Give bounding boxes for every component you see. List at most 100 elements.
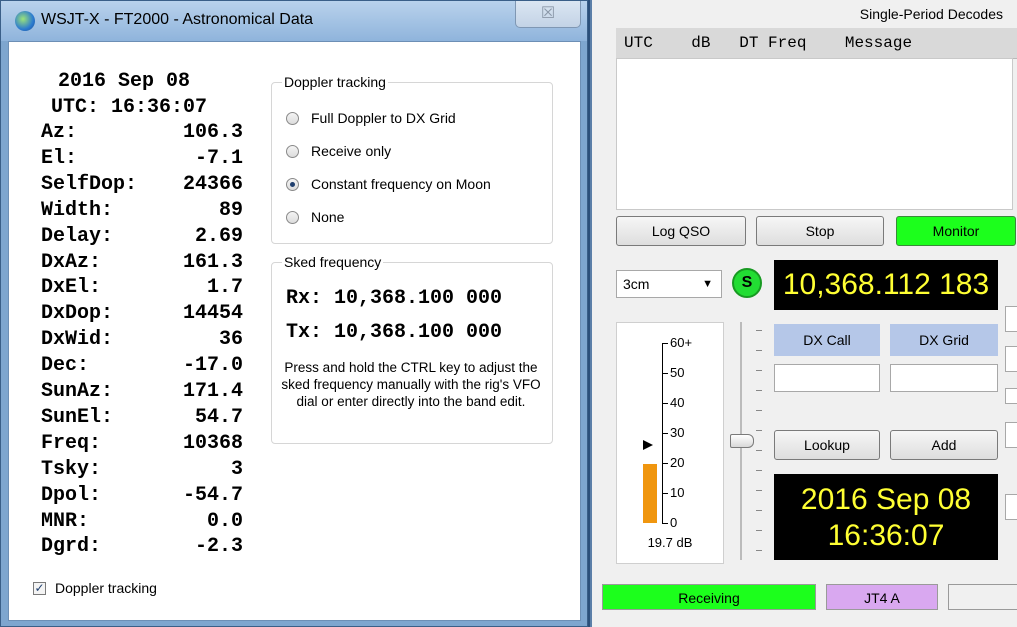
main-window: Single-Period Decodes UTC dB DT Freq Mes… xyxy=(590,0,1017,627)
slider-tick xyxy=(756,370,762,371)
astro-row: Dgrd: -2.3 xyxy=(41,535,243,561)
meter-peak-arrow-icon xyxy=(643,440,653,450)
astro-row-value: -17.0 xyxy=(182,354,243,378)
radio-label: Constant frequency on Moon xyxy=(311,176,491,192)
edge-checkbox[interactable] xyxy=(1005,388,1017,404)
astro-row-label: Dgrd: xyxy=(41,535,102,559)
astro-row: SunEl: 54.7 xyxy=(41,406,243,432)
dx-call-input[interactable] xyxy=(774,364,880,392)
edge-control-3[interactable] xyxy=(1005,422,1017,448)
astro-row-label: DxAz: xyxy=(41,250,102,274)
edge-control-1[interactable] xyxy=(1005,306,1017,332)
meter-tick xyxy=(662,343,668,344)
astro-row-label: Delay: xyxy=(41,224,114,248)
astro-row: SunAz: 171.4 xyxy=(41,380,243,406)
lookup-button[interactable]: Lookup xyxy=(774,430,880,460)
sked-tx: Tx: 10,368.100 000 xyxy=(286,321,503,344)
decodes-column-header: UTC dB DT Freq Message xyxy=(616,28,1017,59)
meter-tick-label: 60+ xyxy=(670,335,693,350)
astro-row: Width: 89 xyxy=(41,199,243,225)
slider-tick xyxy=(756,490,762,491)
astro-row: Delay: 2.69 xyxy=(41,225,243,251)
radio-button[interactable] xyxy=(286,211,299,224)
stop-button[interactable]: Stop xyxy=(756,216,884,246)
sked-group-title: Sked frequency xyxy=(282,254,384,270)
date-time-display: 2016 Sep 08 16:36:07 xyxy=(774,474,998,560)
meter-tick-label: 20 xyxy=(670,455,685,470)
astro-row-value: 3 xyxy=(230,457,243,481)
sked-help-text: Press and hold the CTRL key to adjust th… xyxy=(281,360,541,409)
astro-row-label: Dpol: xyxy=(41,483,102,507)
astro-row: Az: 106.3 xyxy=(41,121,243,147)
slider-handle[interactable] xyxy=(730,434,754,448)
dx-grid-input[interactable] xyxy=(890,364,998,392)
astro-row: MNR: 0.0 xyxy=(41,510,243,536)
radio-button-selected[interactable] xyxy=(286,178,299,191)
radio-label: Full Doppler to DX Grid xyxy=(311,110,456,126)
astro-title-bar[interactable]: WSJT-X - FT2000 - Astronomical Data ☒ xyxy=(1,1,587,41)
meter-level-bar xyxy=(643,463,657,523)
add-button[interactable]: Add xyxy=(890,430,998,460)
sked-rx: Rx: 10,368.100 000 xyxy=(286,287,503,310)
radio-button[interactable] xyxy=(286,112,299,125)
astro-row-label: Az: xyxy=(41,121,78,144)
edge-control-2[interactable] xyxy=(1005,346,1017,372)
meter-tick-label: 30 xyxy=(670,425,685,440)
slider-tick xyxy=(756,530,762,531)
astro-row-value: 24366 xyxy=(182,172,243,196)
slider-tick xyxy=(756,410,762,411)
astro-row-label: Dec: xyxy=(41,354,90,378)
slider-tick xyxy=(756,330,762,331)
close-icon[interactable]: ☒ xyxy=(515,1,581,28)
astro-row-value: 89 xyxy=(218,198,243,222)
doppler-tracking-group: Doppler tracking Full Doppler to DX Grid… xyxy=(271,74,553,244)
decodes-text-area[interactable] xyxy=(616,58,1013,210)
astro-row-value: 1.7 xyxy=(206,276,243,300)
meter-tick xyxy=(662,463,668,464)
astro-row: Tsky: 3 xyxy=(41,458,243,484)
astro-row-label: DxEl: xyxy=(41,276,102,300)
astro-row-label: DxDop: xyxy=(41,302,114,326)
astro-date: 2016 Sep 08 xyxy=(57,70,191,93)
decodes-title: Single-Period Decodes xyxy=(859,6,1003,22)
astro-row: El: -7.1 xyxy=(41,147,243,173)
meter-tick-label: 0 xyxy=(670,515,678,530)
radio-button[interactable] xyxy=(286,145,299,158)
astro-row-label: Freq: xyxy=(41,431,102,455)
astro-row: DxDop: 14454 xyxy=(41,302,243,328)
astro-row-label: SunEl: xyxy=(41,405,114,429)
signal-meter: 60+ 50 40 30 20 10 0 19.7 dB xyxy=(616,322,724,564)
astro-row-value: -54.7 xyxy=(182,483,243,507)
sked-frequency-group: Sked frequency Rx: 10,368.100 000 Tx: 10… xyxy=(271,254,553,444)
status-receiving: Receiving xyxy=(602,584,816,610)
meter-tick xyxy=(662,493,668,494)
slider-tick xyxy=(756,430,762,431)
display-time: 16:36:07 xyxy=(827,519,945,552)
astro-row-label: Tsky: xyxy=(41,457,102,481)
astro-window: WSJT-X - FT2000 - Astronomical Data ☒ 20… xyxy=(0,0,588,627)
astro-row: DxWid: 36 xyxy=(41,328,243,354)
checkbox-checked[interactable]: ✓ xyxy=(33,582,46,595)
monitor-button[interactable]: Monitor xyxy=(896,216,1016,246)
astro-row-value: 14454 xyxy=(182,302,243,326)
edge-control-4[interactable] xyxy=(1005,494,1017,520)
astro-row: Dec: -17.0 xyxy=(41,354,243,380)
slider-tick xyxy=(756,450,762,451)
astro-row-label: SelfDop: xyxy=(41,172,138,196)
dx-call-label: DX Call xyxy=(774,324,880,356)
astro-client-area: 2016 Sep 08 UTC: 16:36:07 Az: 106.3 El: -7.… xyxy=(8,41,581,621)
s-indicator[interactable]: S xyxy=(732,268,762,298)
meter-tick-label: 10 xyxy=(670,485,685,500)
astro-row: Freq: 10368 xyxy=(41,432,243,458)
meter-tick xyxy=(662,523,668,524)
band-select[interactable]: 3cm ▼ xyxy=(616,270,722,298)
astro-row-label: MNR: xyxy=(41,509,90,533)
wsjtx-app-icon xyxy=(15,11,35,31)
radio-label: Receive only xyxy=(311,143,392,159)
astro-row: SelfDop: 24366 xyxy=(41,173,243,199)
astro-row-value: 106.3 xyxy=(182,121,243,144)
chevron-down-icon: ▼ xyxy=(702,278,713,290)
slider-tick xyxy=(756,350,762,351)
meter-tick-label: 40 xyxy=(670,395,685,410)
log-qso-button[interactable]: Log QSO xyxy=(616,216,746,246)
